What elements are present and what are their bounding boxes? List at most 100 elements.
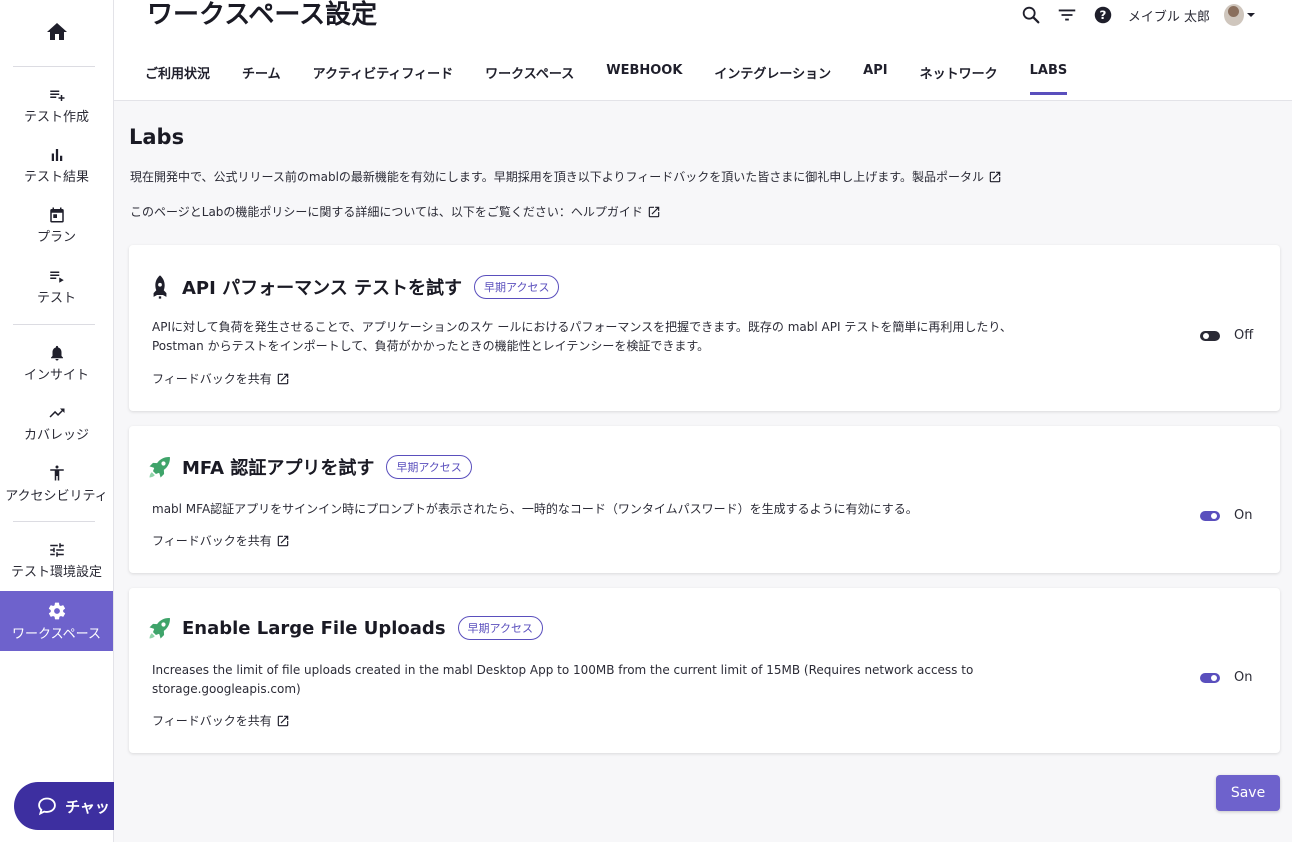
toggle-switch[interactable] xyxy=(1200,672,1220,683)
toggle-state: On xyxy=(1234,670,1253,685)
tab-usage[interactable]: ご利用状況 xyxy=(129,52,226,95)
bar-chart-icon xyxy=(51,148,62,161)
card-description-line: Increases the limit of file uploads crea… xyxy=(152,663,974,677)
chat-bubble-icon xyxy=(38,797,56,816)
card-header: Enable Large File Uploads 早期アクセス xyxy=(146,614,543,642)
labs-title: Labs xyxy=(129,125,185,149)
sidebar-divider xyxy=(13,66,95,67)
external-link-icon xyxy=(277,715,289,726)
rocket-icon xyxy=(153,275,167,299)
feedback-label: フィードバックを共有 xyxy=(152,534,272,548)
card-title: API パフォーマンス テストを試す xyxy=(182,278,462,299)
lab-card-api-performance: API パフォーマンス テストを試す 早期アクセス APIに対して負荷を発生させ… xyxy=(129,245,1280,411)
intro-text: 現在開発中で、公式リリース前のmablの最新機能を有効にします。早期採用を頂き以… xyxy=(130,170,985,184)
sidebar-item-test-results[interactable]: テスト結果 xyxy=(0,136,113,194)
settings-tabs: ご利用状況 チーム アクティビティフィード ワークスペース WEBHOOK イン… xyxy=(129,52,1083,95)
sidebar-item-label: テスト環境設定 xyxy=(10,564,102,580)
sidebar-item-coverage[interactable]: カバレッジ xyxy=(0,394,113,452)
feature-toggle[interactable]: Off xyxy=(1200,328,1253,343)
help-icon[interactable]: ? xyxy=(1092,4,1114,26)
playlist-add-icon xyxy=(49,90,64,101)
tab-labs[interactable]: LABS xyxy=(1014,52,1084,95)
sidebar-item-label: テスト xyxy=(36,290,76,306)
toggle-switch[interactable] xyxy=(1200,510,1220,521)
card-description-line: APIに対して負荷を発生させることで、アプリケーションのスケ ールにおけるパフォ… xyxy=(152,320,1012,334)
card-description-line: storage.googleapis.com) xyxy=(152,682,301,696)
early-access-badge: 早期アクセス xyxy=(386,455,472,479)
rocket-launch-icon xyxy=(149,618,170,639)
save-button[interactable]: Save xyxy=(1216,775,1280,811)
card-header: MFA 認証アプリを試す 早期アクセス xyxy=(146,453,472,481)
sidebar-item-plans[interactable]: プラン xyxy=(0,196,113,254)
rocket-launch-icon xyxy=(149,457,170,478)
external-link-icon[interactable] xyxy=(647,205,661,219)
toggle-knob xyxy=(1211,512,1217,519)
sidebar-item-environments[interactable]: テスト環境設定 xyxy=(0,531,113,589)
home-button[interactable] xyxy=(0,10,113,54)
tab-activity-feed[interactable]: アクティビティフィード xyxy=(297,52,470,95)
svg-text:?: ? xyxy=(1099,8,1106,22)
calendar-icon xyxy=(49,207,64,222)
sidebar-item-label: ワークスペース xyxy=(11,626,102,642)
tune-icon xyxy=(49,542,64,557)
feedback-link[interactable]: フィードバックを共有 xyxy=(152,712,290,729)
gear-icon xyxy=(48,602,65,619)
sidebar: テスト作成 テスト結果 プラン テスト インサイト カバレッジ アクセシビリティ… xyxy=(0,0,148,842)
intro-product-portal: 現在開発中で、公式リリース前のmablの最新機能を有効にします。早期採用を頂き以… xyxy=(130,168,1002,185)
header-tools: ? メイブル 太郎 xyxy=(1020,4,1256,26)
card-description: mabl MFA認証アプリをサインイン時にプロンプトが表示されたら、一時的なコー… xyxy=(152,500,1092,519)
toggle-switch[interactable] xyxy=(1200,330,1220,341)
tab-webhook[interactable]: WEBHOOK xyxy=(590,52,698,95)
user-name[interactable]: メイブル 太郎 xyxy=(1128,6,1210,25)
intro-text: このページとLabの機能ポリシーに関する詳細については、以下をご覧ください：ヘル… xyxy=(130,205,643,219)
sidebar-item-label: テスト結果 xyxy=(23,169,89,185)
sidebar-item-tests[interactable]: テスト xyxy=(0,257,113,315)
card-description: Increases the limit of file uploads crea… xyxy=(152,661,1092,699)
lab-card-mfa-app: MFA 認証アプリを試す 早期アクセス mabl MFA認証アプリをサインイン時… xyxy=(129,426,1280,573)
early-access-badge: 早期アクセス xyxy=(457,616,543,640)
toggle-state: Off xyxy=(1234,328,1254,343)
sidebar-item-label: アクセシビリティ xyxy=(5,488,108,504)
search-icon[interactable] xyxy=(1020,4,1042,26)
feature-toggle[interactable]: On xyxy=(1200,508,1252,523)
card-header: API パフォーマンス テストを試す 早期アクセス xyxy=(146,273,560,301)
feedback-link[interactable]: フィードバックを共有 xyxy=(152,532,290,549)
sidebar-divider xyxy=(13,521,95,522)
page-title: ワークスペース設定 xyxy=(147,0,378,30)
sidebar-item-workspace[interactable]: ワークスペース xyxy=(0,591,113,651)
sidebar-item-label: テスト作成 xyxy=(23,109,89,125)
external-link-icon xyxy=(277,535,289,546)
sidebar-item-insights[interactable]: インサイト xyxy=(0,334,113,392)
card-title: Enable Large File Uploads xyxy=(182,617,446,639)
sidebar-item-label: カバレッジ xyxy=(23,427,89,443)
sidebar-item-accessibility[interactable]: アクセシビリティ xyxy=(0,454,113,512)
sidebar-item-create-test[interactable]: テスト作成 xyxy=(0,76,113,134)
sidebar-divider xyxy=(13,324,95,325)
accessibility-icon xyxy=(49,465,64,480)
feedback-label: フィードバックを共有 xyxy=(152,372,272,386)
toggle-state: On xyxy=(1234,508,1253,523)
tab-integrations[interactable]: インテグレーション xyxy=(698,52,847,95)
toggle-knob xyxy=(1203,332,1209,339)
list-play-icon xyxy=(49,271,64,283)
tab-team[interactable]: チーム xyxy=(226,52,297,95)
main-content: Labs 現在開発中で、公式リリース前のmablの最新機能を有効にします。早期採… xyxy=(114,101,1292,842)
tab-network[interactable]: ネットワーク xyxy=(904,52,1014,95)
tab-workspace[interactable]: ワークスペース xyxy=(469,52,590,95)
external-link-icon[interactable] xyxy=(988,170,1002,184)
early-access-badge: 早期アクセス xyxy=(474,275,560,299)
feedback-label: フィードバックを共有 xyxy=(152,714,272,728)
chevron-down-icon[interactable] xyxy=(1246,10,1256,20)
header: ワークスペース設定 ? メイブル 太郎 ご利用状況 チーム アクティビティフィー… xyxy=(114,0,1292,101)
sidebar-item-label: インサイト xyxy=(23,367,89,383)
feature-toggle[interactable]: On xyxy=(1200,670,1252,685)
home-icon xyxy=(46,23,67,40)
card-description-line: Postman からテストをインポートして、負荷がかかったときの機能性とレイテン… xyxy=(152,339,710,353)
avatar[interactable] xyxy=(1224,4,1244,26)
card-description-line: mabl MFA認証アプリをサインイン時にプロンプトが表示されたら、一時的なコー… xyxy=(152,502,918,516)
sidebar-item-label: プラン xyxy=(36,229,76,245)
filter-icon[interactable] xyxy=(1056,4,1078,26)
card-title: MFA 認証アプリを試す xyxy=(182,458,375,479)
feedback-link[interactable]: フィードバックを共有 xyxy=(152,370,290,387)
tab-api[interactable]: API xyxy=(847,52,903,95)
